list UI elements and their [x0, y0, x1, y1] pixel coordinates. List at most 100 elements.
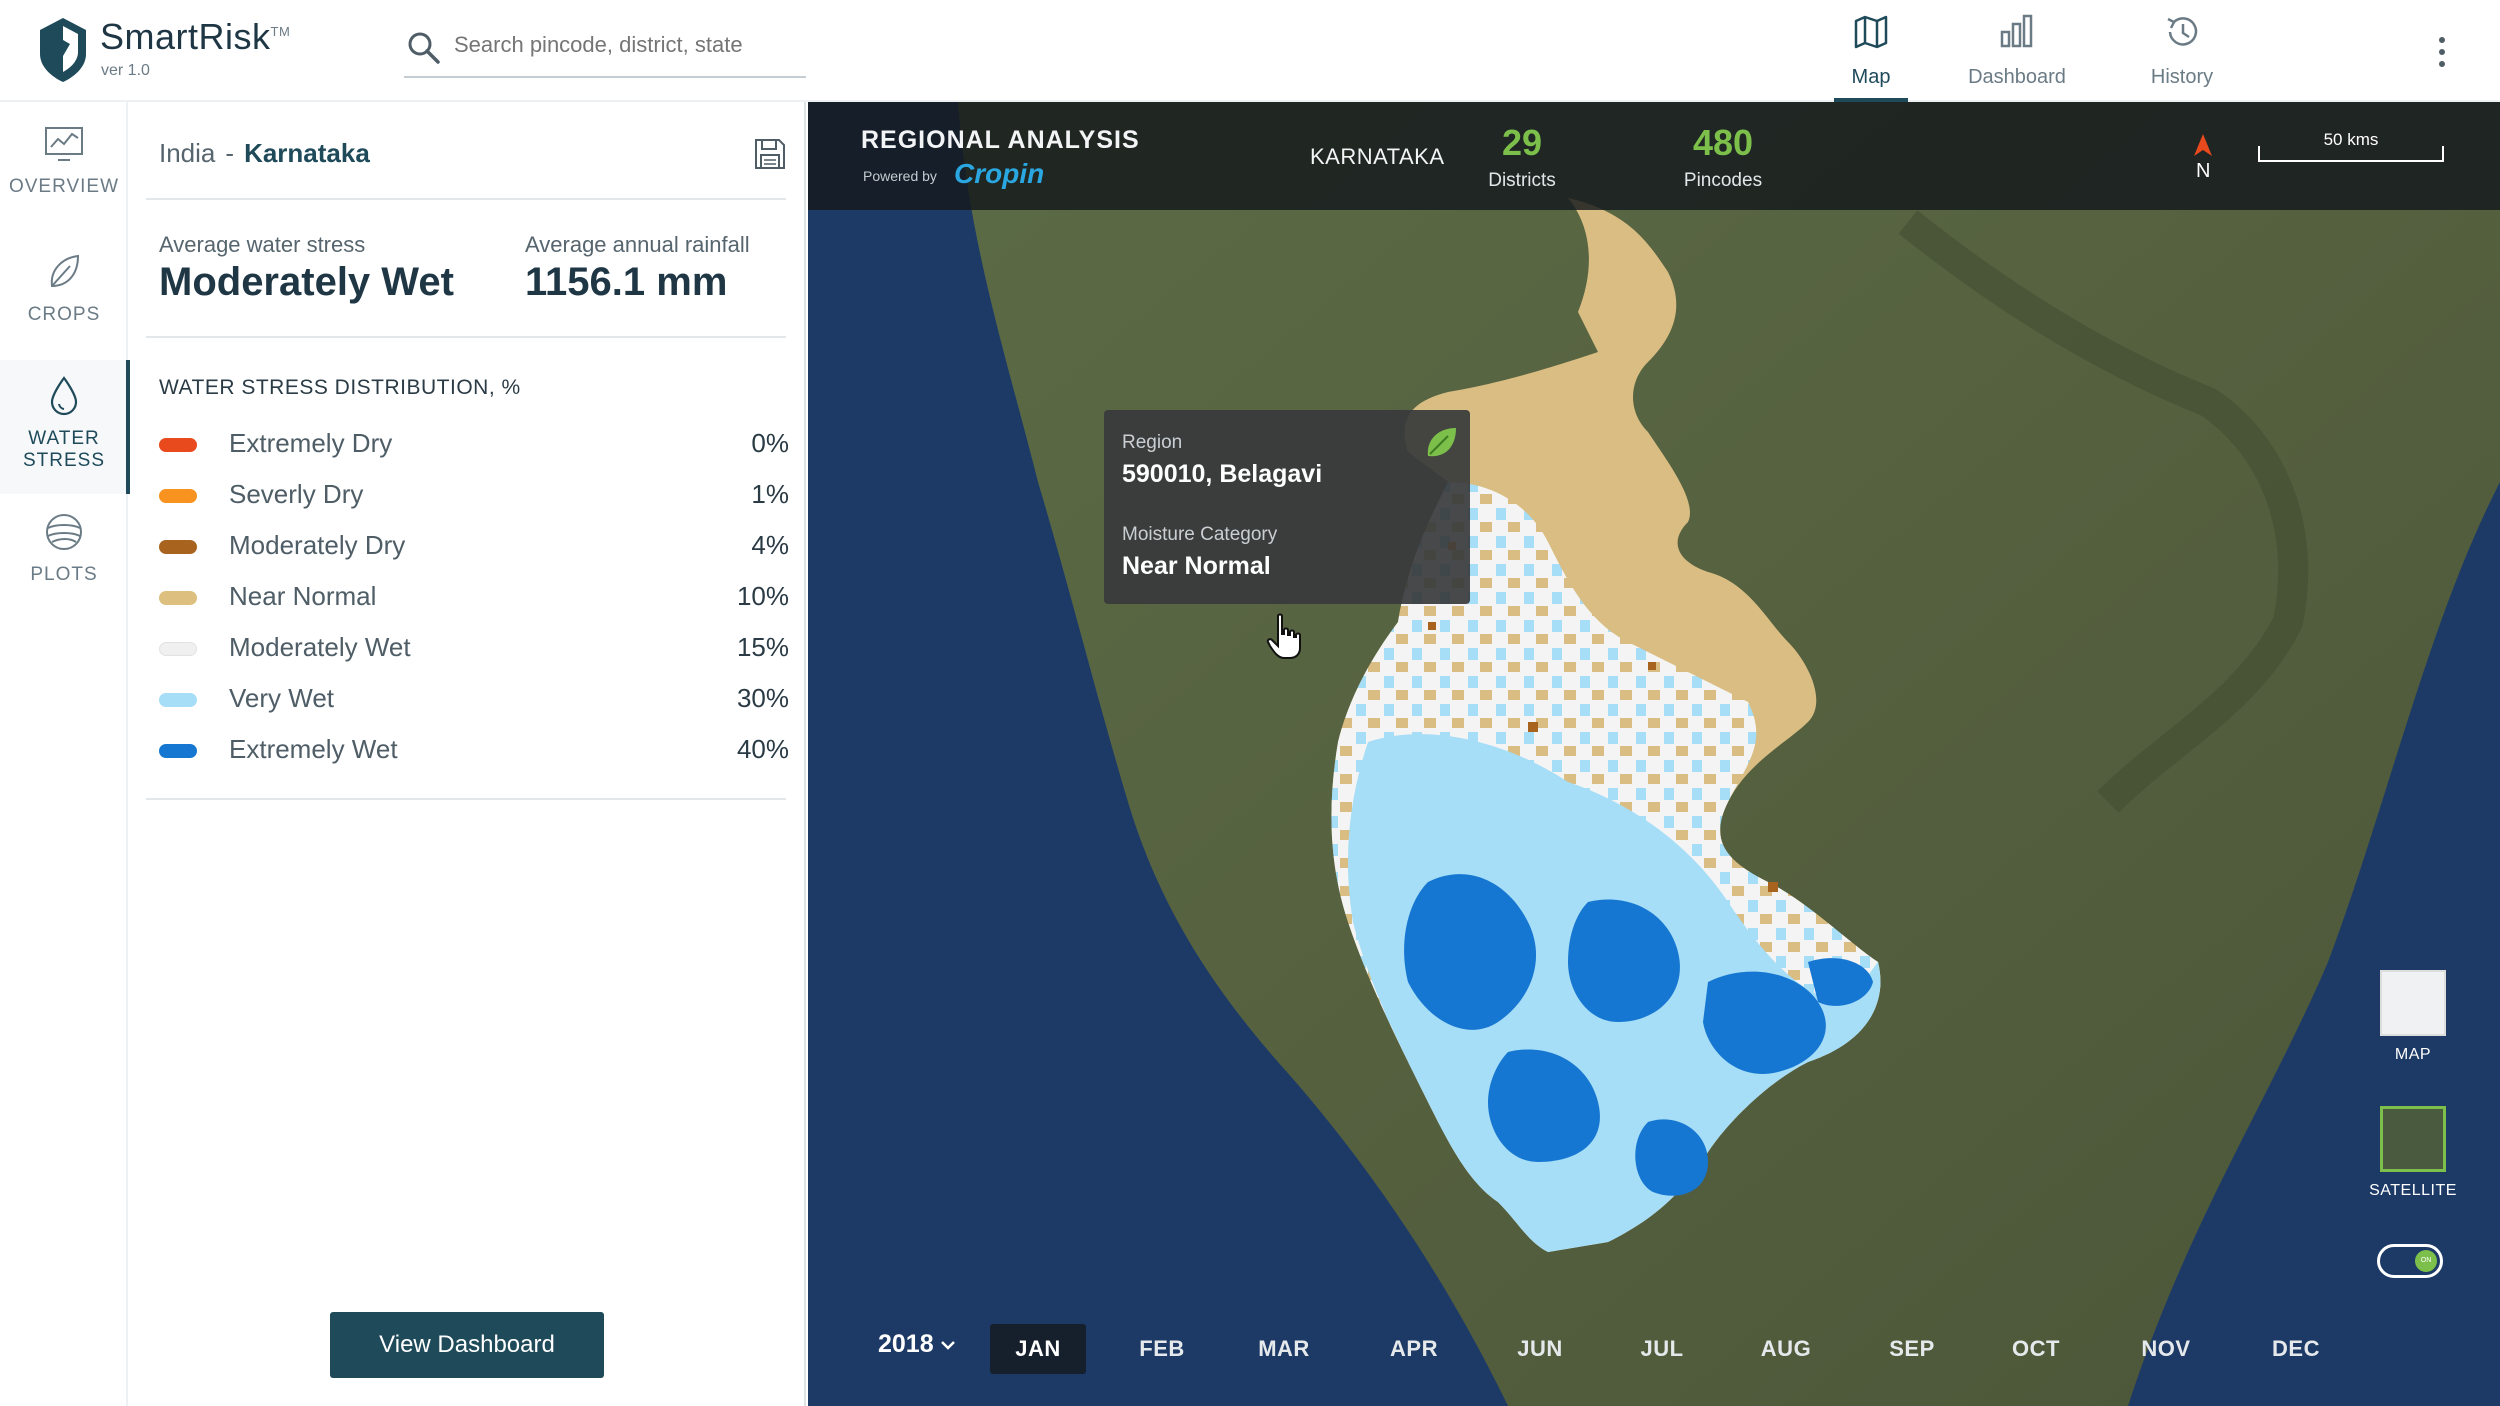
map-layer-button[interactable]: MAP: [2378, 970, 2448, 1064]
search-box[interactable]: [404, 22, 806, 78]
satellite-layer-label: SATELLITE: [2369, 1182, 2457, 1199]
tab-map[interactable]: Map: [1834, 12, 1908, 102]
legend-swatch: [159, 489, 197, 503]
avg-rainfall-label: Average annual rainfall: [525, 232, 750, 257]
satellite-layer-button[interactable]: SATELLITE: [2368, 1106, 2458, 1200]
region-moderately-dry: [1768, 882, 1778, 892]
month-timeline: 2018 JAN FEB MAR APR JUN JUL AUG SEP OCT…: [808, 1304, 2500, 1406]
month-jul[interactable]: JUL: [1614, 1324, 1710, 1374]
legend-row: Moderately Wet 15%: [159, 628, 789, 679]
legend-row: Moderately Dry 4%: [159, 526, 789, 577]
satellite-map[interactable]: [808, 102, 2500, 1406]
region-moderately-dry: [1648, 662, 1656, 670]
tooltip-region-label: Region: [1122, 432, 1183, 453]
search-icon[interactable]: [406, 30, 442, 66]
regional-analysis-title: REGIONAL ANALYSIS: [861, 126, 1140, 154]
legend-value: 1%: [751, 479, 789, 509]
legend-row: Extremely Dry 0%: [159, 424, 789, 475]
regional-analysis-header: REGIONAL ANALYSIS Powered by Cropin KARN…: [808, 102, 2500, 210]
view-dashboard-button[interactable]: View Dashboard: [330, 1312, 604, 1378]
avg-water-stress-label: Average water stress: [159, 232, 366, 257]
nav-water-stress-label: WATER STRESS: [22, 428, 106, 471]
legend-label: Moderately Wet: [229, 632, 411, 662]
legend-label: Moderately Dry: [229, 530, 406, 560]
legend-value: 15%: [736, 632, 789, 662]
tooltip-moisture-value: Near Normal: [1122, 552, 1271, 580]
map-layer-thumbnail: [2380, 970, 2446, 1036]
nav-plots[interactable]: PLOTS: [0, 510, 128, 586]
month-feb[interactable]: FEB: [1114, 1324, 1210, 1374]
legend-swatch: [159, 642, 197, 656]
districts-count-value: 29: [1501, 122, 1543, 163]
pincodes-count-value: 480: [1692, 122, 1754, 163]
month-dec[interactable]: DEC: [2248, 1324, 2344, 1374]
districts-count: 29 Districts: [1472, 122, 1572, 192]
month-jan[interactable]: JAN: [990, 1324, 1086, 1374]
toggle-knob: ON: [2415, 1250, 2437, 1272]
legend-row: Near Normal 10%: [159, 577, 789, 628]
legend-value: 10%: [736, 581, 789, 611]
legend-row: Very Wet 30%: [159, 679, 789, 730]
legend-value: 40%: [736, 734, 789, 764]
breadcrumb-country[interactable]: India: [159, 138, 215, 168]
nav-overview-label: OVERVIEW: [8, 176, 120, 197]
map-layer-label: MAP: [2394, 1046, 2432, 1063]
month-nov[interactable]: NOV: [2118, 1324, 2214, 1374]
legend-label: Extremely Wet: [229, 734, 398, 764]
globe-plot-icon: [46, 514, 82, 550]
nav-water-stress[interactable]: WATER STRESS: [0, 360, 130, 494]
month-sep[interactable]: SEP: [1864, 1324, 1960, 1374]
map-icon: [1854, 15, 1888, 49]
leaf-icon: [1427, 428, 1456, 457]
smartrisk-logo-icon: [40, 18, 86, 82]
history-icon: [2167, 17, 2198, 46]
tooltip-moisture-label: Moisture Category: [1122, 524, 1278, 545]
legend-value: 4%: [751, 530, 789, 560]
month-aug[interactable]: AUG: [1738, 1324, 1834, 1374]
month-jun[interactable]: JUN: [1492, 1324, 1588, 1374]
search-input[interactable]: [454, 32, 804, 58]
save-icon[interactable]: [752, 136, 788, 172]
chevron-down-icon: [940, 1341, 955, 1351]
pincodes-count: 480 Pincodes: [1668, 122, 1778, 192]
tab-dashboard-label: Dashboard: [1968, 66, 2066, 88]
satellite-layer-thumbnail: [2380, 1106, 2446, 1172]
left-icon-nav: OVERVIEW CROPS WATER STRESS PLOTS: [0, 102, 130, 1406]
nav-plots-label: PLOTS: [30, 564, 98, 585]
tab-history-label: History: [2150, 66, 2214, 88]
monitor-chart-icon: [45, 127, 83, 161]
water-drop-icon: [50, 376, 78, 416]
legend-value: 0%: [751, 428, 789, 458]
legend-value: 30%: [736, 683, 789, 713]
divider: [146, 336, 786, 338]
tab-history[interactable]: History: [2142, 12, 2222, 102]
compass-label: N: [2196, 160, 2211, 182]
legend-label: Extremely Dry: [229, 428, 393, 458]
nav-overview[interactable]: OVERVIEW: [0, 122, 128, 198]
bar-chart-icon: [2000, 14, 2033, 48]
details-panel: India - Karnataka Average water stress Mod…: [130, 102, 806, 1406]
tab-map-label: Map: [1851, 66, 1891, 88]
overlay-toggle[interactable]: ON: [2377, 1244, 2443, 1278]
legend-row: Severly Dry 1%: [159, 475, 789, 526]
month-apr[interactable]: APR: [1366, 1324, 1462, 1374]
hand-pointer-icon: [1266, 613, 1301, 659]
year-select[interactable]: 2018: [878, 1330, 956, 1359]
month-oct[interactable]: OCT: [1988, 1324, 2084, 1374]
tab-dashboard[interactable]: Dashboard: [1960, 12, 2074, 102]
pincodes-count-label: Pincodes: [1683, 170, 1763, 191]
cropin-logo: Cropin: [954, 158, 1045, 189]
breadcrumb-state: Karnataka: [244, 138, 370, 168]
app-version: ver 1.0: [101, 62, 150, 79]
divider: [146, 198, 786, 200]
year-value: 2018: [878, 1330, 934, 1358]
legend-label: Severly Dry: [229, 479, 364, 509]
legend-swatch: [159, 693, 197, 707]
nav-crops[interactable]: CROPS: [0, 250, 128, 326]
map-view[interactable]: REGIONAL ANALYSIS Powered by Cropin KARN…: [808, 102, 2500, 1406]
legend-row: Extremely Wet 40%: [159, 730, 789, 781]
top-bar: SmartRiskTM ver 1.0 Map Dashboard Histor…: [0, 0, 2500, 102]
more-vertical-icon[interactable]: [2432, 32, 2452, 72]
month-mar[interactable]: MAR: [1236, 1324, 1332, 1374]
legend-swatch: [159, 591, 197, 605]
